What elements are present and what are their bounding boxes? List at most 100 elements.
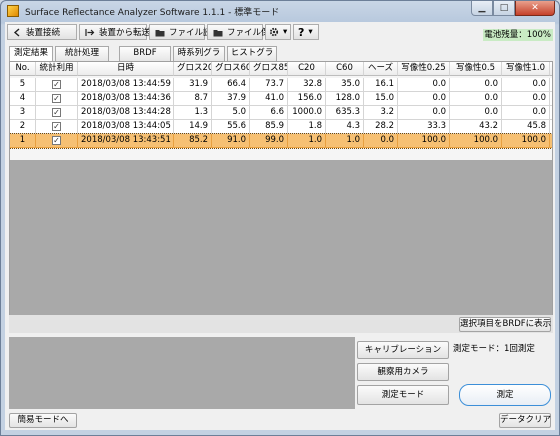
table-cell bbox=[550, 92, 552, 106]
table-cell: 1000.0 bbox=[288, 106, 326, 120]
statistics-use-checkbox[interactable]: ✓ bbox=[52, 80, 61, 89]
table-cell: 2018/03/08 13:43:51 bbox=[78, 134, 174, 148]
table-cell: 100.0 bbox=[450, 134, 502, 148]
column-header[interactable]: 日時 bbox=[78, 62, 174, 76]
table-cell: 85.9 bbox=[250, 120, 288, 134]
table-cell bbox=[550, 134, 552, 148]
table-cell: 1.3 bbox=[174, 106, 212, 120]
tab-time-series[interactable]: 時系列グラフ bbox=[173, 46, 225, 71]
table-row[interactable]: 5 ✓ 2018/03/08 13:44:59 31.9 66.4 73.7 32.8 35.… bbox=[10, 78, 552, 92]
calibration-button[interactable]: キャリブレーション bbox=[357, 341, 449, 359]
table-cell: 128.0 bbox=[326, 92, 364, 106]
table-cell: 99.0 bbox=[250, 134, 288, 148]
help-menu-button[interactable]: ? ▾ bbox=[293, 24, 319, 40]
table-cell: 91.0 bbox=[212, 134, 250, 148]
table-row[interactable]: 4 ✓ 2018/03/08 13:44:36 8.7 37.9 41.0 156.0 128… bbox=[10, 92, 552, 106]
table-cell: 6.6 bbox=[250, 106, 288, 120]
table-cell: 33.3 bbox=[398, 120, 450, 134]
column-header[interactable]: 統計利用 bbox=[36, 62, 78, 76]
gear-icon bbox=[269, 27, 279, 37]
table-cell: 5.0 bbox=[212, 106, 250, 120]
table-cell: 1.0 bbox=[288, 134, 326, 148]
table-cell: 3 bbox=[10, 106, 36, 120]
table-row[interactable]: 1 ✓ 2018/03/08 13:43:51 85.2 91.0 99.0 1.0 1.0 0… bbox=[10, 133, 552, 149]
table-row[interactable]: 2 ✓ 2018/03/08 13:44:05 14.9 55.6 85.9 1.8 4.3 2… bbox=[10, 120, 552, 134]
table-cell: 66.4 bbox=[212, 78, 250, 92]
statistics-use-checkbox[interactable]: ✓ bbox=[52, 108, 61, 117]
table-cell: 14.9 bbox=[174, 120, 212, 134]
column-header[interactable]: グロス60° bbox=[212, 62, 250, 76]
table-cell: 32.8 bbox=[288, 78, 326, 92]
table-cell: 55.6 bbox=[212, 120, 250, 134]
connect-device-label: 装置接続 bbox=[26, 28, 61, 38]
table-cell: 0.0 bbox=[450, 92, 502, 106]
statistics-use-checkbox[interactable]: ✓ bbox=[52, 94, 61, 103]
table-cell: 0.0 bbox=[502, 92, 550, 106]
table-cell: 156.0 bbox=[288, 92, 326, 106]
table-cell: 2018/03/08 13:44:05 bbox=[78, 120, 174, 134]
statistics-use-checkbox[interactable]: ✓ bbox=[52, 136, 61, 145]
column-header[interactable]: C20 bbox=[288, 62, 326, 76]
transfer-label: 装置から転送 bbox=[99, 28, 151, 38]
table-empty-area bbox=[10, 160, 552, 317]
column-header[interactable]: 写像性0.25 bbox=[398, 62, 450, 76]
column-header[interactable]: グロス20° bbox=[174, 62, 212, 76]
table-cell: 2 bbox=[10, 120, 36, 134]
table-cell: 0.0 bbox=[398, 106, 450, 120]
table-cell: 0.0 bbox=[502, 106, 550, 120]
table-cell: 73.7 bbox=[250, 78, 288, 92]
back-arrow-icon bbox=[13, 27, 20, 37]
column-header[interactable]: C60 bbox=[326, 62, 364, 76]
measure-mode-button[interactable]: 測定モード bbox=[357, 385, 449, 405]
statistics-use-cell: ✓ bbox=[36, 120, 78, 134]
column-header[interactable]: 写像性0.5 bbox=[450, 62, 502, 76]
settings-caret: ▾ bbox=[283, 27, 288, 37]
minimize-button[interactable]: ▁ bbox=[471, 1, 493, 16]
file-read-button[interactable]: ファイル読込 bbox=[149, 24, 220, 40]
tab-results[interactable]: 測定結果 bbox=[9, 46, 53, 62]
tab-histogram[interactable]: ヒストグラム bbox=[227, 46, 277, 71]
table-cell bbox=[550, 120, 552, 134]
column-header[interactable]: 写 bbox=[550, 62, 552, 76]
table-cell: 0.0 bbox=[398, 92, 450, 106]
results-table[interactable]: No.統計利用日時グロス20°グロス60°グロス85°C20C60ヘーズ写像性0… bbox=[10, 62, 552, 317]
help-label: ? bbox=[298, 25, 305, 39]
table-cell: 635.3 bbox=[326, 106, 364, 120]
table-cell: 100.0 bbox=[502, 134, 550, 148]
window-title: Surface Reflectance Analyzer Software 1.… bbox=[25, 8, 280, 18]
column-header[interactable]: 写像性1.0 bbox=[502, 62, 550, 76]
connect-device-button[interactable]: 装置接続 bbox=[7, 24, 77, 40]
table-cell: 37.9 bbox=[212, 92, 250, 106]
footer-bar: 簡易モードへ データクリア bbox=[5, 411, 555, 430]
table-cell: 0.0 bbox=[450, 78, 502, 92]
transfer-from-device-button[interactable]: 装置から転送 bbox=[79, 24, 151, 40]
table-row[interactable]: 3 ✓ 2018/03/08 13:44:28 1.3 5.0 6.6 1000.0 635.… bbox=[10, 106, 552, 120]
transfer-arrow-icon bbox=[85, 28, 95, 36]
table-cell: 31.9 bbox=[174, 78, 212, 92]
table-cell: 41.0 bbox=[250, 92, 288, 106]
column-header[interactable]: ヘーズ bbox=[364, 62, 398, 76]
settings-menu-button[interactable]: ▾ bbox=[265, 24, 291, 40]
table-cell: 5 bbox=[10, 78, 36, 92]
clear-data-button[interactable]: データクリア bbox=[499, 413, 551, 428]
statistics-use-cell: ✓ bbox=[36, 134, 78, 148]
file-save-button[interactable]: ファイル保存 bbox=[207, 24, 278, 40]
observation-camera-button[interactable]: 観察用カメラ bbox=[357, 363, 449, 381]
close-button[interactable]: ✕ bbox=[515, 1, 555, 16]
table-cell: 1 bbox=[10, 134, 36, 148]
statistics-use-cell: ✓ bbox=[36, 78, 78, 92]
tab-brdf[interactable]: BRDF bbox=[119, 46, 171, 61]
column-header[interactable]: グロス85° bbox=[250, 62, 288, 76]
table-cell: 1.8 bbox=[288, 120, 326, 134]
results-table-frame: No.統計利用日時グロス20°グロス60°グロス85°C20C60ヘーズ写像性0… bbox=[9, 61, 553, 329]
tab-statistics[interactable]: 統計処理 bbox=[55, 46, 109, 61]
column-header[interactable]: No. bbox=[10, 62, 36, 76]
simple-mode-button[interactable]: 簡易モードへ bbox=[9, 413, 77, 428]
measure-button[interactable]: 測定 bbox=[459, 384, 551, 406]
tab-strip: 測定結果 統計処理 BRDF 時系列グラフ ヒストグラム bbox=[9, 46, 549, 71]
table-cell: 8.7 bbox=[174, 92, 212, 106]
maximize-button[interactable]: □ bbox=[493, 1, 515, 16]
save-folder-icon bbox=[213, 29, 223, 36]
statistics-use-checkbox[interactable]: ✓ bbox=[52, 122, 61, 131]
show-in-brdf-button[interactable]: 選択項目をBRDFに表示 bbox=[459, 317, 551, 332]
